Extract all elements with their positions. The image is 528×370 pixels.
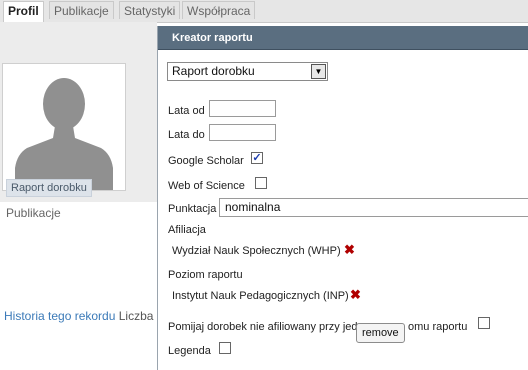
google-scholar-checkbox[interactable]: ✓ [251, 152, 263, 164]
sidebar-item-raport-dorobku[interactable]: Raport dorobku [6, 179, 92, 197]
checkmark-icon: ✓ [252, 152, 262, 164]
avatar [2, 63, 126, 191]
tab-statystyki[interactable]: Statystyki [119, 1, 181, 19]
wos-checkbox[interactable] [255, 177, 267, 189]
afiliacja-value: Wydział Nauk Społecznych (WHP) [172, 245, 341, 257]
remove-afiliacja-icon[interactable]: ✖ [344, 242, 355, 258]
poziom-label: Poziom raportu [168, 269, 243, 281]
report-type-select[interactable]: Raport dorobku ▼ [167, 62, 328, 81]
punktacja-label: Punktacja [168, 203, 217, 215]
sidebar-item-publikacje[interactable]: Publikacje [6, 206, 61, 220]
punktacja-input[interactable]: nominalna [219, 198, 528, 217]
dialog-title: Kreator raportu [158, 26, 528, 50]
remove-poziom-icon[interactable]: ✖ [350, 287, 361, 303]
pomijaj-label-end: omu raportu [408, 321, 468, 333]
history-rest-text: Liczba [118, 309, 154, 323]
lata-do-label: Lata do [168, 129, 205, 141]
wos-label: Web of Science [168, 180, 245, 192]
history-link[interactable]: Historia tego rekordu [4, 309, 115, 323]
google-scholar-label: Google Scholar [168, 155, 244, 167]
legenda-checkbox[interactable] [219, 342, 231, 354]
remove-tooltip: remove [356, 323, 405, 343]
poziom-value: Instytut Nauk Pedagogicznych (INP) [172, 290, 349, 302]
person-silhouette-icon [15, 78, 113, 190]
pomijaj-label-start: Pomijaj dorobek nie afiliowany przy jed [168, 321, 358, 333]
profile-panel [0, 22, 157, 202]
tab-bar: Profil Publikacje Statystyki Współpraca [0, 0, 528, 23]
report-type-value: Raport dorobku [172, 64, 255, 78]
dropdown-arrow-icon[interactable]: ▼ [311, 64, 326, 79]
lata-do-input[interactable] [209, 124, 276, 141]
tab-publikacje[interactable]: Publikacje [49, 1, 114, 19]
pomijaj-checkbox[interactable] [478, 317, 490, 329]
history-line: Historia tego rekordu Liczba [4, 309, 153, 323]
legenda-label: Legenda [168, 345, 211, 357]
tab-profil[interactable]: Profil [3, 1, 44, 23]
lata-od-input[interactable] [209, 100, 276, 117]
afiliacja-label: Afiliacja [168, 224, 206, 236]
lata-od-label: Lata od [168, 105, 205, 117]
tab-wspolpraca[interactable]: Współpraca [182, 1, 256, 19]
report-creator-dialog: Kreator raportu Raport dorobku ▼ Lata od… [157, 26, 528, 370]
